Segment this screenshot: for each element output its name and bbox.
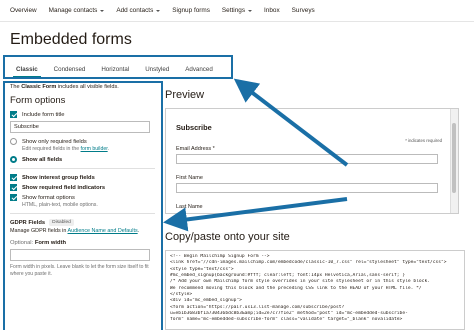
email-label: Email Address *	[176, 146, 215, 152]
last-name-label: Last Name	[176, 204, 203, 210]
nav-item-add-contacts[interactable]: Add contacts	[116, 7, 161, 14]
options-highlight-box	[3, 81, 163, 330]
nav-label: Manage contacts	[48, 7, 98, 14]
nav-label: Add contacts	[116, 7, 154, 14]
scrollbar-thumb[interactable]	[452, 123, 456, 193]
page-title: Embedded forms	[10, 31, 132, 48]
nav-label: Overview	[10, 7, 37, 14]
nav-label: Signup forms	[172, 7, 210, 14]
nav-label: Inbox	[264, 7, 280, 14]
nav-item-signup-forms[interactable]: Signup forms	[172, 7, 210, 14]
nav-label: Settings	[221, 7, 246, 14]
chevron-down-icon	[248, 9, 253, 12]
top-nav: Overview Manage contacts Add contacts Si…	[0, 0, 474, 22]
nav-item-settings[interactable]: Settings	[221, 7, 253, 14]
nav-item-overview[interactable]: Overview	[10, 7, 37, 14]
required-note: * indicates required	[405, 138, 442, 143]
code-line: <link href="//cdn-images.mailchimp.com/e…	[170, 260, 447, 266]
embed-code-textarea[interactable]: <!-- Begin Mailchimp Signup Form --> <li…	[165, 250, 465, 330]
first-name-label: First Name	[176, 175, 203, 181]
preview-frame: Subscribe * indicates required Email Add…	[165, 108, 459, 214]
nav-item-manage-contacts[interactable]: Manage contacts	[49, 7, 105, 14]
chevron-down-icon	[100, 9, 105, 12]
code-line: We recommend moving this block and the p…	[170, 285, 422, 291]
nav-item-inbox[interactable]: Inbox	[264, 7, 280, 14]
code-line: form" name="mc-embedded-subscribe-form" …	[170, 317, 403, 323]
email-field[interactable]	[176, 154, 438, 164]
first-name-field[interactable]	[176, 183, 438, 193]
nav-item-surveys[interactable]: Surveys	[292, 7, 315, 14]
tabs-highlight-box	[3, 55, 233, 79]
nav-label: Surveys	[291, 7, 315, 14]
copy-paste-title: Copy/paste onto your site	[165, 231, 290, 243]
chevron-down-icon	[156, 9, 161, 12]
preview-form-title: Subscribe	[176, 123, 212, 132]
preview-scrollbar[interactable]	[450, 109, 458, 213]
code-line: /* Add your own Mailchimp form style ove…	[170, 279, 430, 285]
preview-title: Preview	[165, 89, 205, 101]
